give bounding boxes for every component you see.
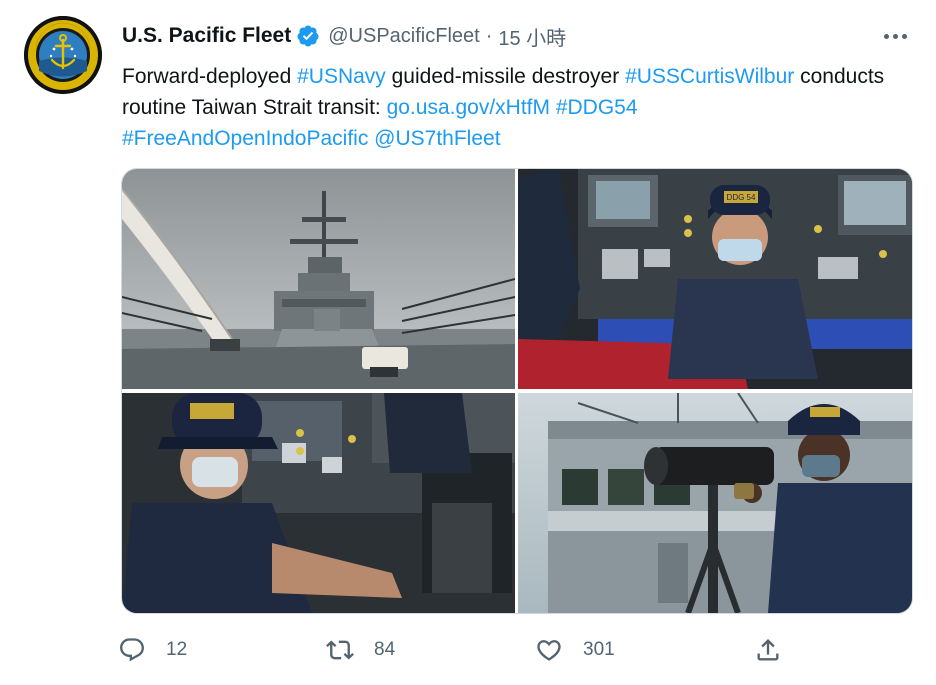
share-button[interactable]: [754, 630, 782, 670]
hashtag-freeandopenindopacific[interactable]: #FreeAndOpenIndoPacific: [122, 127, 368, 150]
mention-us7thfleet[interactable]: @US7thFleet: [374, 127, 500, 150]
user-handle[interactable]: @USPacificFleet: [328, 25, 479, 48]
share-icon: [757, 639, 779, 661]
photo-destroyer-deck[interactable]: [122, 169, 515, 389]
more-options-icon[interactable]: [880, 24, 910, 48]
tweet-card[interactable]: U.S. Pacific Fleet @USPacificFleet · 15 …: [0, 0, 936, 685]
hashtag-usnavy[interactable]: #USNavy: [297, 65, 386, 88]
retweet-icon: [326, 640, 354, 660]
hashtag-usscurtiswilbur[interactable]: #USSCurtisWilbur: [625, 65, 794, 88]
tweet-header: U.S. Pacific Fleet @USPacificFleet · 15 …: [122, 22, 566, 50]
reply-count: 12: [166, 639, 188, 660]
display-name[interactable]: U.S. Pacific Fleet: [122, 24, 291, 48]
media-grid: DDG 54: [121, 168, 913, 614]
tweet-text: Forward-deployed #USNavy guided-missile …: [122, 61, 912, 154]
timestamp[interactable]: 15 小時: [498, 22, 566, 51]
cap-ddg54-label: DDG 54: [727, 193, 756, 202]
photo-sailor-bridge[interactable]: DDG 54: [518, 169, 912, 389]
tweet-text-segment: Forward-deployed: [122, 65, 298, 88]
reply-button[interactable]: 12: [118, 630, 187, 670]
separator-dot: ·: [485, 24, 493, 47]
url-link[interactable]: go.usa.gov/xHtfM: [387, 96, 550, 119]
tweet-text-segment: guided-missile destroyer: [385, 65, 626, 88]
hashtag-ddg54[interactable]: #DDG54: [556, 96, 638, 119]
retweet-count: 84: [374, 639, 396, 660]
like-count: 301: [583, 639, 615, 660]
photo-sailor-controls[interactable]: [122, 393, 515, 613]
pacific-fleet-emblem: [24, 16, 102, 94]
photo-sailor-binoculars[interactable]: [518, 393, 912, 613]
reply-icon: [120, 638, 144, 662]
tweet-actions: 12 84 301: [118, 630, 798, 670]
like-icon: [537, 640, 561, 661]
retweet-button[interactable]: 84: [326, 630, 395, 670]
avatar[interactable]: [24, 16, 102, 94]
like-button[interactable]: 301: [535, 630, 615, 670]
verified-badge-icon: [296, 24, 320, 48]
